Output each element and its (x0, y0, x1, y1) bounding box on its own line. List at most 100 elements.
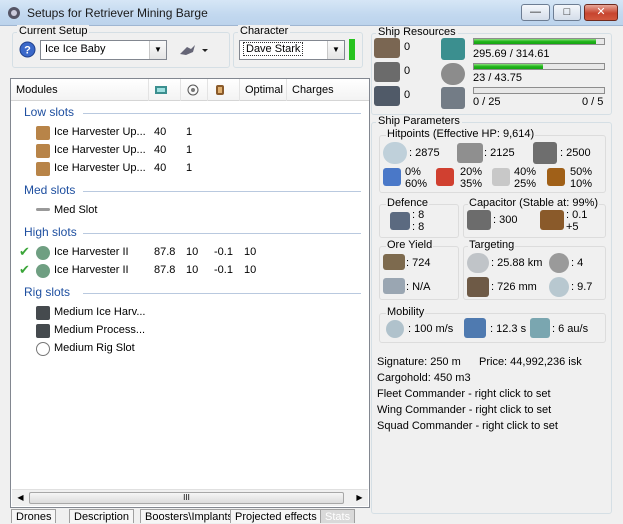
character-select-value: Dave Stark (242, 42, 304, 56)
squad-commander[interactable]: Squad Commander - right click to set (377, 420, 558, 432)
cpu-text: 295.69 / 314.61 (473, 48, 550, 60)
table-row[interactable]: ✔ Ice Harvester II 87.8 10 -0.1 10 (11, 262, 369, 280)
thermal-resist-b: 35% (460, 178, 483, 190)
app-icon (7, 6, 21, 20)
maximize-button[interactable]: □ (553, 4, 581, 21)
divider (83, 113, 361, 114)
em-resist-a: 0% (405, 166, 421, 178)
close-button[interactable]: ✕ (584, 4, 618, 21)
ship-resources-title: Ship Resources (376, 26, 458, 38)
ore-yield-label: Ore Yield (386, 239, 434, 251)
rig-icon (36, 306, 50, 320)
modules-header: Modules Optimal Charges (11, 79, 369, 101)
thermal-resist-icon (436, 168, 454, 186)
cpu-bar-fill (474, 39, 597, 44)
header-powergrid-icon[interactable] (181, 79, 208, 101)
cpu-icon (441, 38, 465, 60)
drone-bay-icon (374, 86, 400, 106)
table-row[interactable]: ✔ Ice Harvester II 87.8 10 -0.1 10 (11, 244, 369, 262)
sensor-strength: : 9.7 (571, 281, 593, 293)
current-setup-label: Current Setup (17, 25, 90, 37)
structure-icon (533, 142, 557, 164)
modules-list[interactable]: Modules Optimal Charges Low slots Ice Ha… (10, 78, 370, 508)
chevron-down-icon[interactable]: ▼ (149, 41, 166, 59)
signature-radius: Signature: 250 m (377, 356, 461, 368)
capacitor-label: Capacitor (Stable at: 99%) (468, 197, 600, 209)
capacitor-delta-b: +5 (566, 221, 579, 233)
table-row[interactable]: Medium Rig Slot (11, 340, 369, 358)
module-cpu: 40 (154, 144, 167, 156)
em-resist-b: 60% (405, 178, 428, 190)
warp-speed: : 6 au/s (552, 323, 589, 335)
module-name: Medium Process... (54, 324, 146, 336)
cpu-bar (473, 38, 605, 45)
character-select[interactable]: Dave Stark ▼ (239, 40, 345, 60)
module-cpu: 40 (154, 162, 167, 174)
hitpoints-label: Hitpoints (Effective HP: 9,614) (386, 128, 536, 140)
launcher-hardpoints: 0 (404, 65, 411, 77)
rig-slots-title: Rig slots (24, 285, 71, 299)
module-cpu: 87.8 (154, 246, 176, 258)
targeting-label: Targeting (468, 239, 516, 251)
launcher-hardpoint-icon (374, 62, 400, 82)
powergrid-bar (473, 63, 605, 70)
max-velocity: : 100 m/s (408, 323, 454, 335)
thermal-resist-a: 20% (460, 166, 483, 178)
help-icon[interactable]: ? (19, 41, 36, 58)
structure-hp: : 2500 (560, 147, 591, 159)
gas-yield-icon (383, 278, 405, 294)
mobility-label: Mobility (386, 306, 426, 318)
header-modules[interactable]: Modules (11, 79, 149, 101)
ice-harvester-upgrade-icon (36, 144, 50, 158)
header-cpu-icon[interactable] (149, 79, 181, 101)
divider (83, 233, 361, 234)
shield-hp: : 2875 (409, 147, 440, 159)
table-row[interactable]: Ice Harvester Up... 40 1 (11, 160, 369, 178)
module-name: Ice Harvester II (54, 264, 129, 276)
minimize-button[interactable]: — (521, 4, 550, 21)
scroll-thumb[interactable]: III (29, 492, 344, 504)
warp-speed-icon (530, 318, 550, 338)
table-row[interactable]: Ice Harvester Up... 40 1 (11, 142, 369, 160)
drone-bandwidth-bar (473, 87, 605, 94)
character-label: Character (238, 25, 291, 37)
character-status-indicator (349, 39, 355, 60)
table-row[interactable]: Med Slot (11, 202, 369, 220)
turret-hardpoints: 0 (404, 41, 411, 53)
gas-yield-value: : N/A (406, 281, 431, 293)
target-range: : 25.88 km (491, 257, 543, 269)
capacitor-recharge-icon (540, 210, 564, 230)
header-charges[interactable]: Charges (287, 79, 369, 101)
align-time: : 12.3 s (490, 323, 527, 335)
divider (83, 191, 361, 192)
ship-tools-menu-button[interactable] (178, 42, 210, 58)
align-time-icon (464, 318, 486, 338)
capacitor-capacity-icon (467, 210, 491, 230)
defence-value-1: : 8 (412, 209, 425, 221)
max-velocity-icon (386, 320, 404, 338)
scroll-right-icon[interactable]: ▶ (352, 491, 367, 505)
capacitor-delta-a: : 0.1 (566, 209, 588, 221)
table-row[interactable]: Medium Process... (11, 322, 369, 340)
shield-icon (383, 142, 407, 164)
header-optimal[interactable]: Optimal (240, 79, 287, 101)
fleet-commander[interactable]: Fleet Commander - right click to set (377, 388, 551, 400)
target-range-icon (467, 253, 489, 273)
empty-rig-slot-icon (36, 342, 50, 356)
wing-commander[interactable]: Wing Commander - right click to set (377, 404, 551, 416)
table-row[interactable]: Medium Ice Harv... (11, 304, 369, 322)
table-row[interactable]: Ice Harvester Up... 40 1 (11, 124, 369, 142)
chevron-down-icon[interactable]: ▼ (327, 41, 344, 59)
setup-select[interactable]: Ice Ice Baby ▼ (40, 40, 167, 60)
powergrid-bar-fill (474, 64, 543, 69)
low-slots-title: Low slots (24, 105, 75, 119)
scroll-left-icon[interactable]: ◀ (13, 491, 28, 505)
powergrid-icon (441, 63, 465, 85)
med-slots-title: Med slots (24, 183, 76, 197)
max-targets: : 4 (571, 257, 584, 269)
header-capacitor-icon[interactable] (208, 79, 240, 101)
armor-hp: : 2125 (484, 147, 515, 159)
horizontal-scrollbar[interactable]: ◀ III ▶ (12, 489, 368, 506)
sensor-strength-icon (549, 277, 569, 297)
armor-icon (457, 143, 483, 163)
